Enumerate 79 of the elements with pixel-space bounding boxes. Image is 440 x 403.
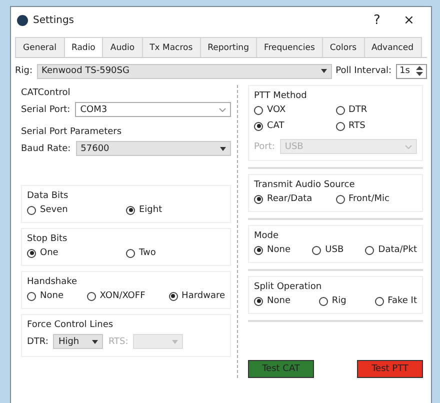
radio-button[interactable]: [126, 206, 135, 214]
app-icon: [17, 14, 28, 26]
group-title: CATControl: [21, 87, 72, 100]
caret-icon: [220, 146, 226, 150]
rig-label: Rig:: [15, 66, 32, 76]
tab[interactable]: Frequencies: [256, 37, 323, 57]
dtr-dropdown[interactable]: High: [53, 334, 104, 349]
rig-dropdown[interactable]: Kenwood TS-590SG: [36, 64, 332, 78]
tab[interactable]: General: [15, 37, 64, 57]
chevron-icon: [405, 144, 412, 148]
radio-option[interactable]: Fake It: [374, 296, 417, 306]
radio-option[interactable]: Eight: [126, 205, 225, 215]
radio-option[interactable]: RTS: [336, 121, 417, 131]
radio-button[interactable]: [374, 296, 384, 306]
spin-arrows-icon[interactable]: [416, 66, 423, 76]
tab[interactable]: Advanced: [364, 37, 422, 57]
poll-interval-spinbox[interactable]: 1s: [396, 64, 427, 78]
radio-button[interactable]: [27, 206, 36, 214]
radio-button[interactable]: [336, 122, 344, 130]
tab[interactable]: Audio: [102, 37, 143, 57]
radio-button[interactable]: [27, 292, 36, 300]
test-button[interactable]: Test PTT: [357, 360, 423, 378]
dtr-label: DTR:: [27, 336, 48, 346]
radio-option[interactable]: Rear/Data: [254, 194, 336, 204]
radio-button[interactable]: [254, 296, 263, 306]
radio-option[interactable]: One: [27, 248, 126, 258]
close-button[interactable]: ×: [393, 12, 425, 28]
radio-option[interactable]: USB: [312, 245, 344, 255]
radio-option[interactable]: None: [254, 245, 290, 255]
chevron-icon: [219, 108, 226, 112]
radio-button[interactable]: [312, 246, 322, 254]
rts-label: RTS:: [108, 336, 128, 346]
radio-option[interactable]: None: [254, 296, 290, 306]
radio-button[interactable]: [168, 292, 178, 300]
group-title: Split Operation: [254, 281, 323, 294]
poll-interval-label: Poll Interval:: [336, 66, 392, 76]
serial-port-dropdown[interactable]: COM3: [75, 102, 231, 117]
serial-port-label: Serial Port:: [21, 104, 70, 114]
radio-option[interactable]: VOX: [254, 105, 336, 115]
tab[interactable]: Tx Macros: [142, 37, 201, 57]
radio-button[interactable]: [86, 292, 96, 300]
radio-option[interactable]: None: [27, 291, 64, 301]
caret-icon: [320, 69, 327, 73]
radio-button[interactable]: [336, 106, 344, 114]
group-title: Mode: [254, 230, 280, 243]
tab[interactable]: Reporting: [200, 37, 257, 57]
radio-button[interactable]: [27, 248, 36, 258]
radio-option[interactable]: Two: [126, 248, 225, 258]
caret-icon: [92, 340, 98, 344]
port-label: Port:: [254, 142, 275, 152]
radio-button[interactable]: [254, 194, 263, 204]
radio-option[interactable]: Hardware: [168, 291, 225, 301]
tab[interactable]: Colors: [322, 37, 364, 57]
radio-option[interactable]: CAT: [254, 121, 336, 131]
window-title: Settings: [33, 14, 76, 26]
radio-option[interactable]: Front/Mic: [336, 194, 417, 204]
group-title: Data Bits: [27, 190, 70, 203]
baud-rate-label: Baud Rate:: [21, 144, 71, 154]
group-title: Force Control Lines: [27, 319, 114, 332]
baud-rate-dropdown[interactable]: 57600: [76, 141, 231, 156]
radio-option[interactable]: Data/Pkt: [365, 245, 417, 255]
radio-button[interactable]: [365, 246, 374, 254]
radio-button[interactable]: [254, 122, 263, 130]
radio-button[interactable]: [254, 246, 263, 254]
caret-icon: [172, 340, 178, 344]
radio-button[interactable]: [254, 106, 263, 114]
group-title: Serial Port Parameters: [21, 126, 123, 139]
help-button[interactable]: ?: [361, 12, 393, 28]
group-title: PTT Method: [254, 90, 308, 103]
radio-option[interactable]: XON/XOFF: [86, 291, 146, 301]
group-title: Handshake: [27, 276, 78, 289]
group-title: Transmit Audio Source: [254, 179, 356, 192]
radio-option[interactable]: Seven: [27, 205, 126, 215]
group-title: Stop Bits: [27, 233, 68, 246]
radio-option[interactable]: Rig: [318, 296, 346, 306]
radio-button[interactable]: [318, 296, 328, 306]
radio-option[interactable]: DTR: [336, 105, 417, 115]
radio-button[interactable]: [336, 194, 344, 204]
radio-button[interactable]: [126, 248, 135, 258]
